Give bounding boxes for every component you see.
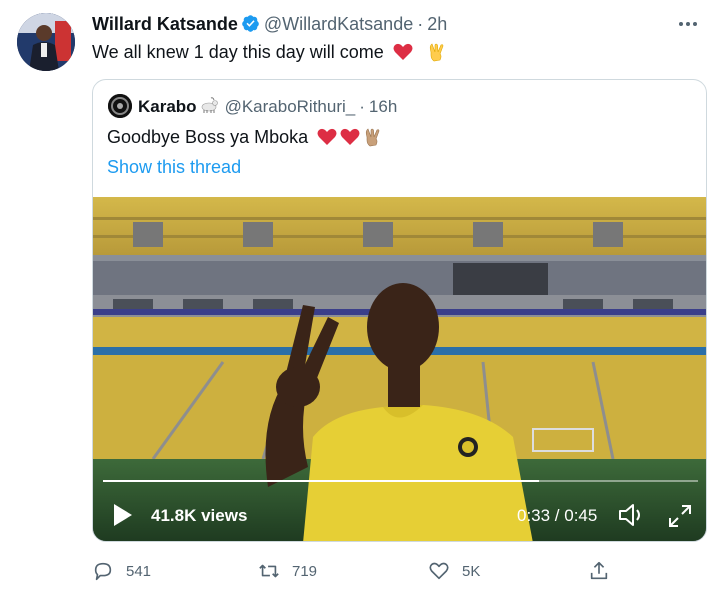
- fullscreen-icon: [669, 505, 691, 527]
- quoted-text: Goodbye Boss ya Mboka: [107, 127, 309, 147]
- quoted-text-row: Goodbye Boss ya Mboka: [107, 127, 382, 148]
- tweet-time[interactable]: 2h: [427, 14, 447, 34]
- reply-action[interactable]: 541: [92, 560, 151, 582]
- goat-emoji-icon: [199, 96, 219, 114]
- reply-count: 541: [126, 563, 152, 580]
- victory-hand-emoji-icon: [364, 127, 382, 147]
- tweet-text: We all knew 1 day this day will come: [92, 42, 384, 62]
- author-avatar[interactable]: [17, 13, 75, 71]
- retweet-count: 719: [292, 563, 318, 580]
- retweet-action[interactable]: 719: [258, 560, 317, 582]
- play-icon: [114, 504, 132, 526]
- video-progress-track[interactable]: [103, 480, 698, 482]
- more-button[interactable]: [676, 12, 700, 36]
- time-separator: ·: [417, 14, 424, 34]
- volume-icon: [619, 504, 640, 526]
- like-count: 5K: [462, 563, 481, 580]
- quoted-tweet-time[interactable]: 16h: [369, 97, 397, 116]
- verified-badge-icon: [241, 14, 260, 33]
- show-thread-link[interactable]: Show this thread: [107, 157, 241, 178]
- quoted-time-separator: ·: [359, 97, 365, 116]
- share-action[interactable]: [588, 560, 622, 582]
- play-button[interactable]: [111, 502, 135, 528]
- video-player[interactable]: 41.8K views 0:33 / 0:45: [93, 197, 706, 541]
- author-handle[interactable]: @WillardKatsande: [264, 14, 413, 34]
- fullscreen-button[interactable]: [667, 503, 693, 529]
- red-heart-emoji-icon: [393, 43, 413, 61]
- more-icon: [679, 22, 697, 26]
- like-action[interactable]: 5K: [428, 560, 480, 582]
- red-heart-emoji-icon: [340, 128, 360, 146]
- video-time: 0:33 / 0:45: [517, 506, 598, 525]
- video-progress-fill: [103, 480, 540, 482]
- view-count: 41.8K views: [151, 506, 248, 525]
- quoted-tweet-card[interactable]: Karabo @KaraboRithuri_ · 16h Goodbye Boss y…: [92, 79, 707, 542]
- quoted-author-handle[interactable]: @KaraboRithuri_: [225, 97, 356, 116]
- author-name[interactable]: Willard Katsande: [92, 14, 238, 34]
- reply-icon: [94, 562, 112, 581]
- volume-button[interactable]: [617, 502, 645, 528]
- like-icon: [429, 562, 449, 580]
- quoted-header: Karabo @KaraboRithuri_ · 16h: [138, 96, 397, 117]
- tweet-header: Willard Katsande @WillardKatsande · 2h: [92, 14, 447, 35]
- quoted-author-avatar[interactable]: [108, 94, 132, 118]
- video-frame: [93, 197, 706, 541]
- quoted-author-name[interactable]: Karabo: [138, 97, 197, 116]
- retweet-icon: [259, 564, 279, 578]
- share-icon: [590, 561, 608, 580]
- red-heart-emoji-icon: [317, 128, 337, 146]
- victory-hand-emoji-icon: [428, 42, 446, 62]
- tweet-text-row: We all knew 1 day this day will come: [92, 42, 446, 63]
